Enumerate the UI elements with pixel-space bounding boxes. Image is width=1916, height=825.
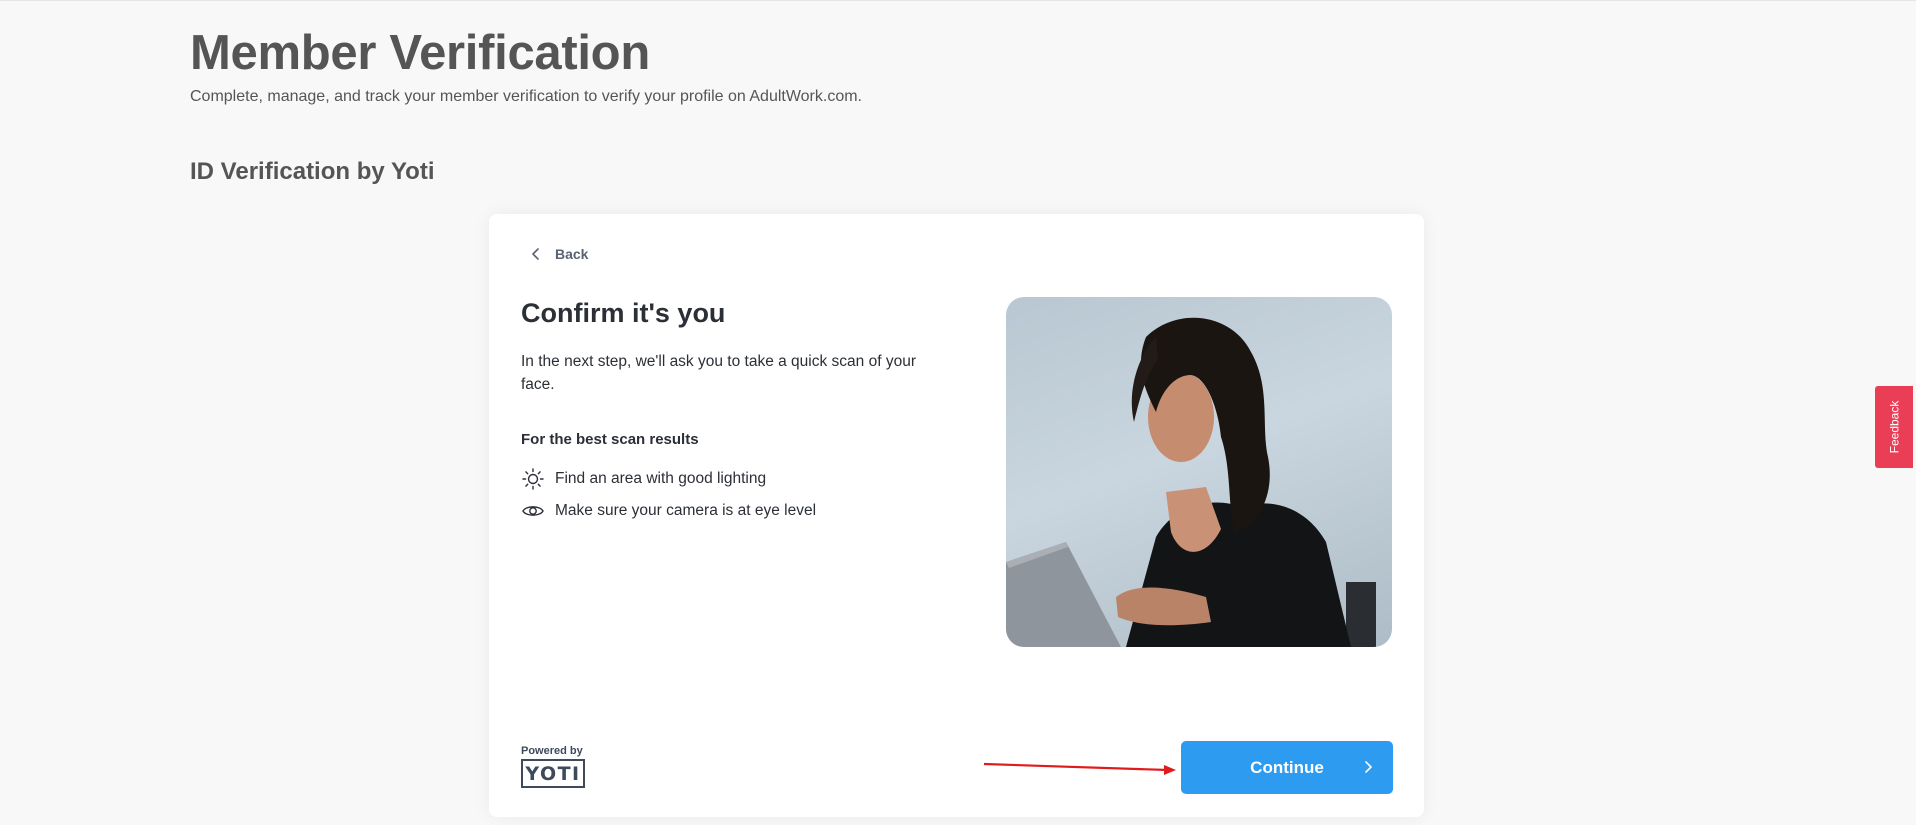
continue-button[interactable]: Continue [1181, 741, 1393, 794]
chevron-right-icon [1365, 761, 1372, 773]
tip-item-eye-level: Make sure your camera is at eye level [521, 495, 816, 527]
feedback-tab[interactable]: Feedback [1875, 386, 1913, 468]
tip-text: Make sure your camera is at eye level [555, 502, 817, 519]
verification-card: Back Confirm it's you In the next step, … [489, 214, 1424, 817]
section-title: ID Verification by Yoti [190, 158, 435, 185]
powered-by-yoti: Powered by YOTI [521, 745, 585, 788]
eye-icon [522, 506, 544, 516]
tips-list: Find an area with good lighting Make sur… [521, 463, 816, 527]
intro-text: In the next step, we'll ask you to take … [521, 353, 916, 393]
sun-icon [522, 468, 544, 490]
back-link[interactable]: Back [529, 246, 588, 262]
powered-by-label: Powered by [521, 745, 583, 757]
tip-item-lighting: Find an area with good lighting [521, 463, 816, 495]
page-title: Member Verification [190, 26, 650, 80]
person-using-laptop-photo [1006, 297, 1392, 647]
annotation-arrow [983, 762, 1176, 775]
continue-label: Continue [1250, 757, 1324, 777]
tips-heading: For the best scan results [521, 431, 699, 448]
back-label: Back [555, 246, 589, 262]
confirm-title: Confirm it's you [521, 298, 726, 328]
yoti-logo: YOTI [521, 759, 585, 788]
photo-illustration [1006, 317, 1376, 647]
page-subtitle: Complete, manage, and track your member … [190, 88, 862, 105]
chevron-left-icon [532, 248, 539, 260]
feedback-label: Feedback [1887, 400, 1902, 454]
tip-text: Find an area with good lighting [555, 470, 767, 487]
